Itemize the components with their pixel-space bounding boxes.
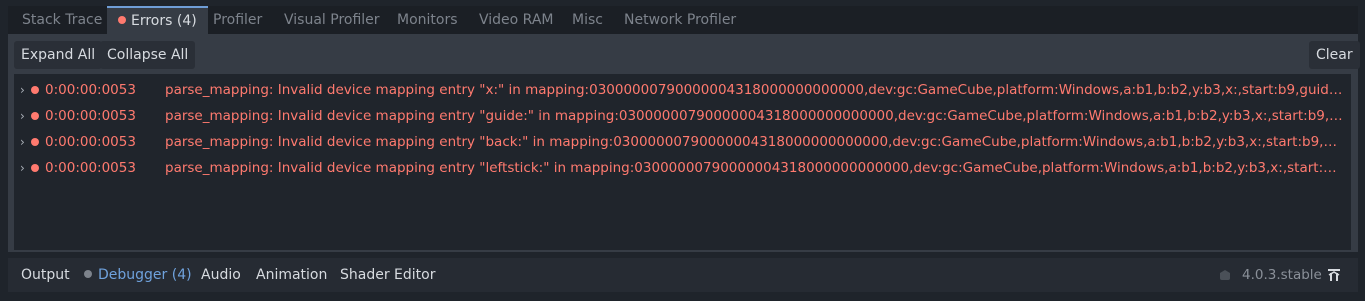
error-message: parse_mapping: Invalid device mapping en… [165,160,1345,176]
tab-errors[interactable]: Errors (4) [107,6,208,34]
error-row[interactable]: › 0:00:00:0053 parse_mapping: Invalid de… [14,129,1351,155]
debugger-tab-bar: Stack Trace Errors (4) Profiler Visual P… [8,6,1358,34]
pin-panel-icon[interactable] [1326,267,1342,283]
tab-stack-trace[interactable]: Stack Trace [22,6,102,34]
tab-label: Visual Profiler [284,12,380,28]
tab-video-ram[interactable]: Video RAM [479,6,554,34]
error-dot-icon [31,138,39,146]
bottom-tab-label: Debugger (4) [98,267,192,283]
error-row[interactable]: › 0:00:00:0053 parse_mapping: Invalid de… [14,77,1351,103]
godot-icon [1220,270,1230,280]
bottom-tab-shader-editor[interactable]: Shader Editor [340,258,435,292]
error-message: parse_mapping: Invalid device mapping en… [165,82,1345,98]
tab-label: Errors (4) [131,13,197,29]
error-row[interactable]: › 0:00:00:0053 parse_mapping: Invalid de… [14,103,1351,129]
clear-button[interactable]: Clear [1309,41,1360,69]
chevron-right-icon[interactable]: › [20,129,25,155]
collapse-all-button[interactable]: Collapse All [100,41,196,69]
debugger-panel: Stack Trace Errors (4) Profiler Visual P… [0,0,1365,301]
error-time: 0:00:00:0053 [45,134,136,150]
error-time: 0:00:00:0053 [45,82,136,98]
error-message: parse_mapping: Invalid device mapping en… [165,134,1345,150]
tab-misc[interactable]: Misc [572,6,603,34]
error-message: parse_mapping: Invalid device mapping en… [165,108,1345,124]
tab-profiler[interactable]: Profiler [213,6,262,34]
error-dot-icon [31,86,39,94]
chevron-right-icon[interactable]: › [20,77,25,103]
tab-label: Network Profiler [624,12,737,28]
error-time: 0:00:00:0053 [45,160,136,176]
version-label: 4.0.3.stable [1242,267,1322,283]
status-dot-icon [84,270,92,278]
error-list[interactable]: › 0:00:00:0053 parse_mapping: Invalid de… [14,74,1351,250]
tab-label: Stack Trace [22,12,103,28]
tab-label: Video RAM [479,12,554,28]
tab-visual-profiler[interactable]: Visual Profiler [284,6,380,34]
expand-all-button[interactable]: Expand All [14,41,103,69]
error-row[interactable]: › 0:00:00:0053 parse_mapping: Invalid de… [14,155,1351,181]
error-dot-icon [31,164,39,172]
bottom-tab-debugger[interactable]: Debugger (4) [84,258,192,292]
error-dot-icon [31,112,39,120]
tab-monitors[interactable]: Monitors [397,6,458,34]
bottom-tab-audio[interactable]: Audio [201,258,241,292]
errors-content: Expand All Collapse All Clear › 0:00:00:… [8,34,1360,252]
bottom-panel-bar: Output Debugger (4) Audio Animation Shad… [8,258,1358,292]
chevron-right-icon[interactable]: › [20,103,25,129]
error-dot-icon [118,16,126,24]
error-time: 0:00:00:0053 [45,108,136,124]
tab-network-profiler[interactable]: Network Profiler [624,6,736,34]
bottom-tab-animation[interactable]: Animation [256,258,327,292]
tab-label: Monitors [397,12,458,28]
tab-label: Profiler [213,12,263,28]
bottom-tab-output[interactable]: Output [21,258,70,292]
tab-label: Misc [572,12,603,28]
chevron-right-icon[interactable]: › [20,155,25,181]
